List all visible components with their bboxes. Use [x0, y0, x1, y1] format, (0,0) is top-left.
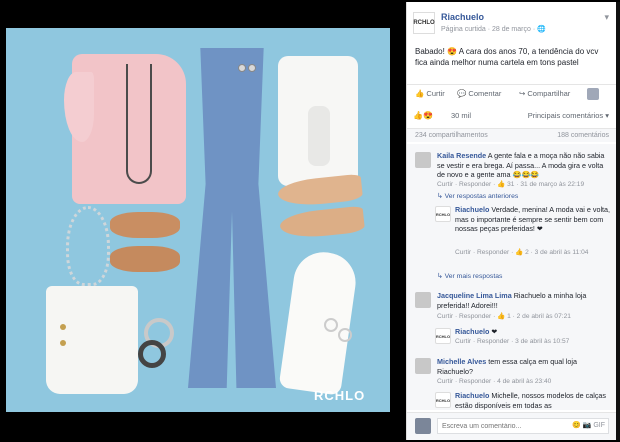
post-meta: Página curtida · 28 de março · 🌐: [441, 26, 546, 33]
commenter-avatar[interactable]: [415, 292, 431, 308]
comment-body: Riachuelo Verdade, menina! A moda vai e …: [455, 205, 611, 234]
view-more-replies-link[interactable]: ↳ Ver mais respostas: [437, 272, 502, 280]
comment-text: ❤: [491, 327, 498, 336]
scrollbar[interactable]: [616, 2, 620, 440]
chevron-down-icon[interactable]: ▾: [604, 12, 609, 23]
white-scarf-image: [278, 248, 360, 396]
comment-body: Riachuelo ❤: [455, 327, 611, 337]
reactions-bar: 👍😍 30 mil Principais comentários ▾: [407, 106, 616, 124]
commenter-name[interactable]: Michelle Alves: [437, 357, 486, 366]
comment-meta[interactable]: Curtir · Responder · 3 de abril às 10:57: [455, 338, 569, 345]
like-button[interactable]: 👍 Curtir: [415, 89, 445, 98]
share-button[interactable]: ↪ Compartilhar: [519, 89, 570, 98]
comment-body: Riachuelo Michelle, nossos modelos de ca…: [455, 391, 611, 410]
earring-image: [338, 328, 352, 342]
user-avatar: [415, 418, 431, 434]
comment: Kaila Resende A gente fala e a moça não …: [407, 150, 616, 202]
comment: Jacqueline Lima Lima Riachuelo a minha l…: [407, 290, 616, 324]
comment-meta[interactable]: Curtir · Responder · 👍 2 · 3 de abril às…: [455, 248, 611, 256]
comment-composer: 😊 📷 GIF: [407, 412, 616, 440]
comment-body: Jacqueline Lima Lima Riachuelo a minha l…: [437, 291, 611, 310]
post-panel: RCHLO Riachuelo Página curtida · 28 de m…: [406, 2, 616, 440]
commenter-name[interactable]: Riachuelo: [455, 327, 489, 336]
comment-reply: RCHLO Riachuelo Verdade, menina! A moda …: [407, 204, 616, 284]
page-reply-avatar[interactable]: RCHLO: [435, 392, 451, 408]
nude-heel-image: [278, 205, 366, 241]
comment-meta[interactable]: Curtir · Responder · 4 de abril às 23:40: [437, 378, 551, 385]
comment-button[interactable]: 💬 Comentar: [457, 89, 501, 98]
jeans-button: [248, 64, 256, 72]
commenter-avatar[interactable]: [415, 152, 431, 168]
post-photo[interactable]: RCHLO: [6, 28, 390, 412]
screenshot-frame: RCHLO RCHLO Riachuelo Página curtida · 2…: [0, 0, 620, 442]
earring-image: [324, 318, 338, 332]
page-reply-avatar[interactable]: RCHLO: [435, 206, 451, 222]
commenter-name[interactable]: Jacqueline Lima Lima: [437, 291, 512, 300]
shares-count[interactable]: 234 compartilhamentos: [415, 132, 488, 139]
jeans-button: [238, 64, 246, 72]
post-header: RCHLO Riachuelo Página curtida · 28 de m…: [407, 2, 616, 36]
reaction-count[interactable]: 30 mil: [451, 111, 471, 120]
long-necklace-image: [126, 64, 152, 184]
view-replies-link[interactable]: ↳ Ver respostas anteriores: [437, 192, 518, 200]
statement-necklace-image: [66, 206, 110, 286]
comment-meta[interactable]: Curtir · Responder · 👍 31 · 31 de março …: [437, 180, 584, 188]
white-ruffle-blouse-image: [278, 56, 358, 186]
blue-flare-jeans-image: [188, 48, 276, 388]
sandal-image: [110, 246, 180, 272]
commenter-name[interactable]: Riachuelo: [455, 391, 489, 400]
commenter-avatar[interactable]: [415, 358, 431, 374]
comment: Michelle Alves tem essa calça em qual lo…: [407, 356, 616, 390]
commenter-name[interactable]: Riachuelo: [455, 205, 489, 214]
page-name-link[interactable]: Riachuelo: [441, 12, 484, 22]
commenter-name[interactable]: Kaila Resende: [437, 151, 486, 160]
comment-sort-dropdown[interactable]: Principais comentários ▾: [528, 111, 609, 120]
post-as-avatar[interactable]: [587, 88, 599, 100]
shorts-button: [60, 340, 66, 346]
comment-body: Michelle Alves tem essa calça em qual lo…: [437, 357, 611, 376]
stats-bar: 234 compartilhamentos 188 comentários: [407, 128, 616, 142]
comment-body: Kaila Resende A gente fala e a moça não …: [437, 151, 611, 180]
page-avatar[interactable]: RCHLO: [413, 12, 435, 34]
comments-count[interactable]: 188 comentários: [557, 132, 609, 139]
composer-icons[interactable]: 😊 📷 GIF: [572, 421, 605, 429]
comment-reply: RCHLO Riachuelo Michelle, nossos modelos…: [407, 390, 616, 410]
post-action-bar: 👍 Curtir 💬 Comentar ↪ Compartilhar: [407, 84, 616, 102]
post-text: Babado! 😍 A cara dos anos 70, a tendênci…: [415, 47, 599, 67]
sandal-image: [110, 212, 180, 238]
sunglasses-image: [138, 340, 166, 368]
shorts-button: [60, 324, 66, 330]
reaction-icons[interactable]: 👍😍: [413, 111, 433, 120]
page-reply-avatar[interactable]: RCHLO: [435, 328, 451, 344]
photo-logo: RCHLO: [314, 388, 366, 403]
comment-meta[interactable]: Curtir · Responder · 👍 1 · 2 de abril às…: [437, 312, 571, 320]
comments-list: Kaila Resende A gente fala e a moça não …: [407, 144, 616, 410]
comment-reply: RCHLO Riachuelo ❤ Curtir · Responder · 3…: [407, 326, 616, 350]
